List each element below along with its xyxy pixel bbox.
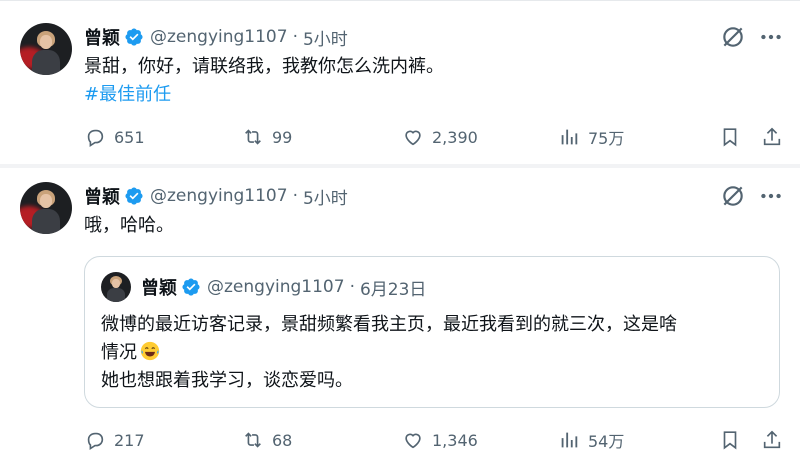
share-icon — [763, 127, 781, 146]
verified-badge-icon — [125, 28, 143, 46]
author-handle[interactable]: @zengying1107 — [150, 27, 288, 47]
tweet-actions: 217 68 1,346 54万 — [84, 426, 784, 454]
hashtag-link[interactable]: #最佳前任 — [84, 81, 444, 109]
quoted-tweet-date[interactable]: 6月23日 — [360, 275, 426, 300]
quoted-text-line: 情况 — [101, 339, 761, 367]
bookmark-icon — [723, 128, 737, 147]
tweet-1[interactable]: 曾颖 @zengying1107 · 5小时 景甜，你好，请联络我，我教你怎么洗… — [0, 0, 800, 167]
views-icon — [561, 129, 578, 145]
views-icon — [561, 432, 578, 448]
tweet-2[interactable]: 曾颖 @zengying1107 · 5小时 哦，哈哈。 曾颖 @zengyin… — [0, 168, 800, 465]
author-name[interactable]: 曾颖 — [84, 24, 120, 50]
quoted-text-fragment: 情况 — [101, 342, 137, 363]
author-name[interactable]: 曾颖 — [84, 183, 120, 209]
tweet-timestamp[interactable]: 5小时 — [303, 184, 348, 209]
bookmark-icon — [723, 431, 737, 450]
bookmark-button[interactable] — [718, 426, 742, 454]
author-avatar[interactable] — [20, 23, 72, 75]
laughing-tears-emoji — [140, 341, 160, 361]
quoted-tweet-header: 曾颖 @zengying1107 · 6月23日 — [141, 274, 426, 300]
reply-count: 651 — [114, 127, 145, 147]
more-icon[interactable] — [758, 24, 784, 50]
like-icon — [405, 433, 421, 449]
tweet-actions: 651 99 2,390 75万 — [84, 123, 784, 151]
tweet-text: 哦，哈哈。 — [84, 215, 174, 236]
retweet-icon — [245, 432, 261, 448]
quoted-author-avatar[interactable] — [101, 272, 131, 302]
tweet-header: 曾颖 @zengying1107 · 5小时 — [84, 182, 348, 210]
retweet-count: 68 — [272, 430, 293, 450]
reply-count: 217 — [114, 430, 145, 450]
bookmark-button[interactable] — [718, 123, 742, 151]
share-icon — [763, 430, 781, 449]
verified-badge-icon — [125, 187, 143, 205]
separator-dot: · — [292, 27, 298, 47]
grok-icon[interactable] — [720, 24, 746, 50]
retweet-icon — [245, 129, 261, 145]
quoted-text-line: 她也想跟着我学习，谈恋爱吗。 — [101, 370, 353, 391]
quoted-author-handle[interactable]: @zengying1107 — [207, 277, 345, 297]
tweet-timestamp[interactable]: 5小时 — [303, 25, 348, 50]
reply-button[interactable]: 651 — [84, 123, 145, 151]
like-icon — [405, 130, 421, 146]
separator-dot: · — [349, 277, 355, 297]
retweet-button[interactable]: 99 — [242, 123, 292, 151]
reply-icon — [87, 432, 104, 451]
separator-dot: · — [292, 186, 298, 206]
like-button[interactable]: 1,346 — [402, 426, 478, 454]
quoted-author-name[interactable]: 曾颖 — [141, 274, 177, 300]
reply-button[interactable]: 217 — [84, 426, 145, 454]
retweet-button[interactable]: 68 — [242, 426, 292, 454]
quoted-text-line: 微博的最近访客记录，景甜频繁看我主页，最近我看到的就三次，这是啥 — [101, 314, 677, 335]
views-button[interactable]: 75万 — [558, 123, 624, 151]
like-button[interactable]: 2,390 — [402, 123, 478, 151]
verified-badge-icon — [182, 278, 200, 296]
share-button[interactable] — [760, 123, 784, 151]
tweet-text: 景甜，你好，请联络我，我教你怎么洗内裤。 #最佳前任 — [84, 53, 444, 109]
quoted-tweet-text: 微博的最近访客记录，景甜频繁看我主页，最近我看到的就三次，这是啥 情况 她也想跟… — [101, 311, 761, 395]
author-avatar[interactable] — [20, 182, 72, 234]
author-handle[interactable]: @zengying1107 — [150, 186, 288, 206]
more-icon[interactable] — [758, 183, 784, 209]
views-count: 54万 — [588, 432, 625, 451]
tweet-header: 曾颖 @zengying1107 · 5小时 — [84, 23, 348, 51]
like-count: 2,390 — [432, 127, 478, 147]
grok-icon[interactable] — [720, 183, 746, 209]
views-button[interactable]: 54万 — [558, 426, 624, 454]
like-count: 1,346 — [432, 430, 478, 450]
tweet-text-line: 景甜，你好，请联络我，我教你怎么洗内裤。 — [84, 56, 444, 77]
retweet-count: 99 — [272, 127, 293, 147]
share-button[interactable] — [760, 426, 784, 454]
quoted-tweet[interactable]: 曾颖 @zengying1107 · 6月23日 微博的最近访客记录，景甜频繁看… — [84, 256, 780, 408]
reply-icon — [87, 129, 104, 148]
views-count: 75万 — [588, 129, 625, 148]
